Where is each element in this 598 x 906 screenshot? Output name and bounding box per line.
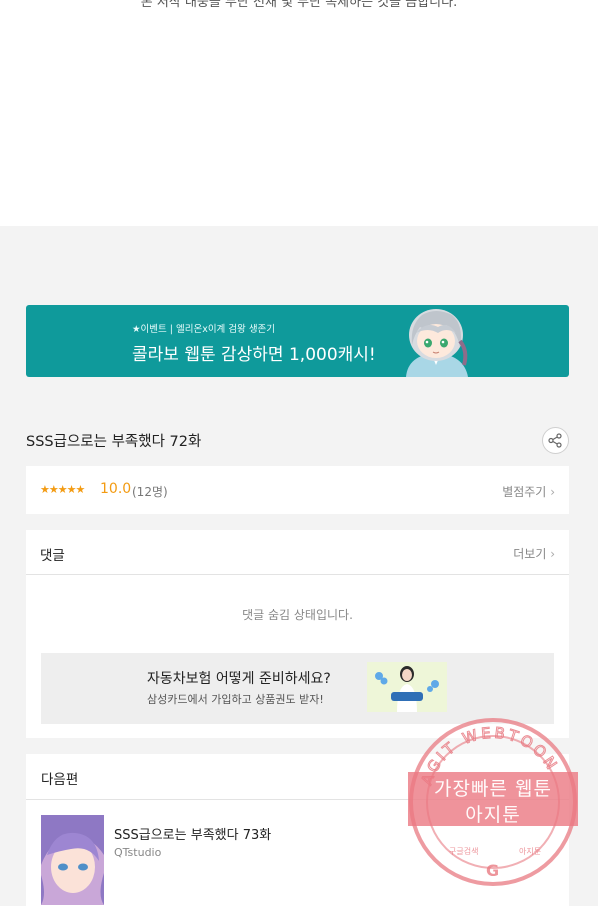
- ad-title: 자동차보험 어떻게 준비하세요?: [147, 671, 331, 687]
- next-episode-title[interactable]: SSS급으로는 부족했다 73화: [114, 824, 271, 843]
- episode-title: SSS급으로는 부족했다 72화: [26, 434, 202, 450]
- banner-event-tag: ★이벤트 | 엘리온x이계 검왕 생존기: [132, 324, 276, 335]
- rate-button-label: 별점주기: [502, 485, 547, 499]
- share-button[interactable]: [542, 427, 569, 454]
- more-comments-label: 더보기: [513, 547, 547, 561]
- article-end-area: 본 저작 대중을 무단 전재 및 무단 복제하는 것을 금합니다.: [0, 0, 598, 226]
- rating-panel: ★★★★★ 10.0 (12명) 별점주기 ›: [26, 466, 569, 514]
- next-episode-header: 다음편: [26, 754, 569, 800]
- chevron-right-icon: ›: [550, 485, 555, 499]
- share-icon: [548, 433, 562, 448]
- banner-headline: 콜라보 웹툰 감상하면 1,000캐시!: [132, 345, 376, 365]
- rating-count: (12명): [132, 485, 168, 499]
- next-episode-thumbnail[interactable]: [41, 815, 104, 905]
- comments-hidden-message: 댓글 숨김 상태입니다.: [242, 608, 353, 622]
- ad-subtitle: 삼성카드에서 가입하고 상품권도 받자!: [147, 693, 324, 706]
- comments-header: 댓글 더보기 ›: [26, 530, 569, 575]
- star-rating-icon: ★★★★★: [40, 483, 85, 496]
- banner-character-illustration: [406, 309, 468, 377]
- chevron-right-icon: ›: [550, 547, 555, 561]
- insurance-ad[interactable]: 자동차보험 어떻게 준비하세요? 삼성카드에서 가입하고 상품권도 받자!: [41, 653, 554, 724]
- rating-score: 10.0: [100, 481, 132, 497]
- event-banner[interactable]: ★이벤트 | 엘리온x이계 검왕 생존기 콜라보 웹툰 감상하면 1,000캐시…: [26, 305, 569, 377]
- comments-section: 댓글 더보기 › 댓글 숨김 상태입니다. 자동차보험 어떻게 준비하세요? 삼…: [26, 530, 569, 738]
- ad-image: [367, 662, 447, 712]
- comments-label: 댓글: [40, 548, 65, 564]
- rate-button[interactable]: 별점주기 ›: [502, 483, 555, 500]
- more-comments-button[interactable]: 더보기 ›: [513, 545, 555, 562]
- next-episode-section: 다음편 SSS급으로는 부족했다 73화 QTstudio: [26, 754, 569, 906]
- next-episode-author: QTstudio: [114, 846, 162, 859]
- next-episode-label: 다음편: [41, 772, 79, 788]
- copyright-notice: 본 저작 대중을 무단 전재 및 무단 복제하는 것을 금합니다.: [140, 0, 458, 10]
